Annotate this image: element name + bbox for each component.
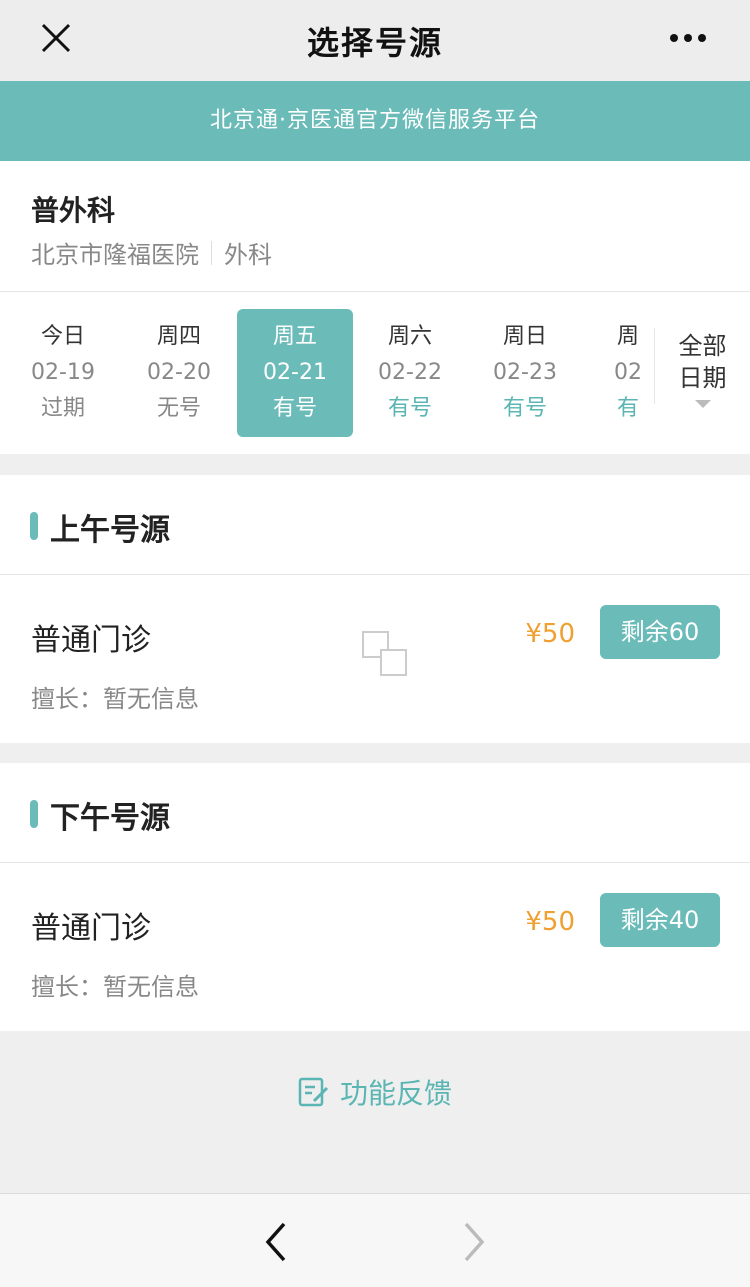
page-title: 选择号源 xyxy=(306,24,443,62)
platform-banner: 北京通·京医通官方微信服务平台 xyxy=(0,81,750,161)
date-status: 有号 xyxy=(387,396,432,421)
feedback-label: 功能反馈 xyxy=(339,1077,452,1110)
edit-note-icon xyxy=(298,1077,329,1107)
date-weekday: 周日 xyxy=(502,324,547,349)
forward-button[interactable] xyxy=(448,1216,500,1268)
date-tab[interactable]: 周六 02-22 有号 xyxy=(352,309,468,437)
department-meta: 北京市隆福医院 外科 xyxy=(31,235,272,270)
remaining-button[interactable]: 剩余60 xyxy=(600,605,720,659)
slot-name: 普通门诊 xyxy=(31,911,151,946)
slot-name: 普通门诊 xyxy=(31,623,151,658)
slot-description: 擅长：暂无信息 xyxy=(31,685,199,713)
feedback-button[interactable]: 功能反馈 xyxy=(0,1064,750,1120)
all-dates-label-1: 全部 xyxy=(678,332,727,360)
section-header: 上午号源 xyxy=(0,475,750,575)
date-weekday: 周五 xyxy=(272,324,317,349)
date-day: 02-23 xyxy=(493,360,557,385)
date-tab[interactable]: 周四 02-20 无号 xyxy=(121,309,237,437)
department-name: 普外科 xyxy=(31,194,116,227)
section-header: 下午号源 xyxy=(0,763,750,863)
date-status: 过期 xyxy=(40,396,85,421)
strip-divider xyxy=(654,328,655,404)
chevron-right-icon xyxy=(464,1222,485,1262)
department-card: 普外科 北京市隆福医院 外科 xyxy=(0,161,750,292)
hospital-name: 北京市隆福医院 xyxy=(31,241,199,269)
date-weekday: 周六 xyxy=(387,324,432,349)
top-nav-bar: 选择号源 xyxy=(0,0,750,81)
caret-down-icon xyxy=(694,400,711,408)
date-day: 02-22 xyxy=(378,360,442,385)
date-weekday: 周四 xyxy=(156,324,201,349)
remaining-button[interactable]: 剩余40 xyxy=(600,893,720,947)
afternoon-section: 下午号源 普通门诊 擅长：暂无信息 ¥50 剩余40 xyxy=(0,763,750,1031)
copy-icon xyxy=(362,631,407,676)
section-title: 下午号源 xyxy=(50,801,170,836)
more-dots-icon xyxy=(670,34,706,42)
date-status: 无号 xyxy=(156,396,201,421)
date-selector: 今日 02-19 过期 周四 02-20 无号 周五 02-21 有号 周六 0… xyxy=(0,292,750,454)
meta-divider xyxy=(211,240,212,265)
date-tab-selected[interactable]: 周五 02-21 有号 xyxy=(237,309,353,437)
more-button[interactable] xyxy=(668,18,724,58)
back-button[interactable] xyxy=(250,1216,302,1268)
chevron-left-icon xyxy=(265,1222,286,1262)
date-tab[interactable]: 周日 02-23 有号 xyxy=(467,309,583,437)
section-title: 上午号源 xyxy=(50,513,170,548)
section-accent-bar xyxy=(30,800,38,828)
section-accent-bar xyxy=(30,512,38,540)
date-tab[interactable]: 今日 02-19 过期 xyxy=(5,309,121,437)
date-day: 02-19 xyxy=(31,360,95,385)
appointment-slot: 普通门诊 擅长：暂无信息 ¥50 剩余40 xyxy=(0,863,750,1031)
morning-section: 上午号源 普通门诊 擅长：暂无信息 ¥50 剩余60 xyxy=(0,475,750,743)
appointment-slot: 普通门诊 擅长：暂无信息 ¥50 剩余60 xyxy=(0,575,750,743)
date-status: 有号 xyxy=(502,396,547,421)
slot-price: ¥50 xyxy=(525,907,575,937)
all-dates-label-2: 日期 xyxy=(678,364,727,392)
slot-price: ¥50 xyxy=(525,619,575,649)
date-status: 有号 xyxy=(272,396,317,421)
slot-description: 擅长：暂无信息 xyxy=(31,973,199,1001)
date-day: 02-20 xyxy=(147,360,211,385)
date-weekday: 今日 xyxy=(40,324,85,349)
all-dates-button[interactable]: 全部 日期 xyxy=(655,292,750,454)
browser-bottom-bar xyxy=(0,1193,750,1287)
department-category: 外科 xyxy=(224,241,272,269)
date-day: 02-21 xyxy=(263,360,327,385)
